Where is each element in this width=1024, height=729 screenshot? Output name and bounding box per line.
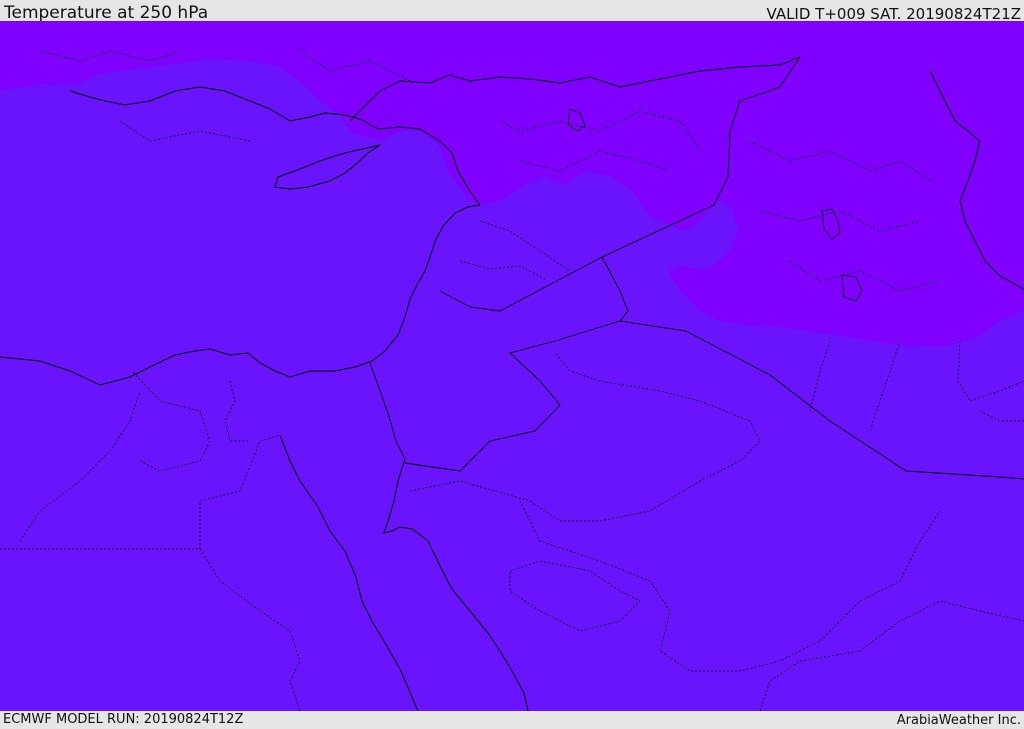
map-canvas	[0, 21, 1024, 711]
model-run-label: ECMWF MODEL RUN: 20190824T12Z	[3, 712, 244, 727]
temperature-map	[0, 21, 1024, 711]
header-bar: Temperature at 250 hPa VALID T+009 SAT. …	[0, 0, 1024, 23]
credit-label: ArabiaWeather Inc.	[896, 713, 1021, 728]
map-title: Temperature at 250 hPa	[4, 3, 209, 23]
weather-map-frame: Temperature at 250 hPa VALID T+009 SAT. …	[0, 0, 1024, 729]
footer-bar: ECMWF MODEL RUN: 20190824T12Z ArabiaWeat…	[0, 711, 1024, 729]
